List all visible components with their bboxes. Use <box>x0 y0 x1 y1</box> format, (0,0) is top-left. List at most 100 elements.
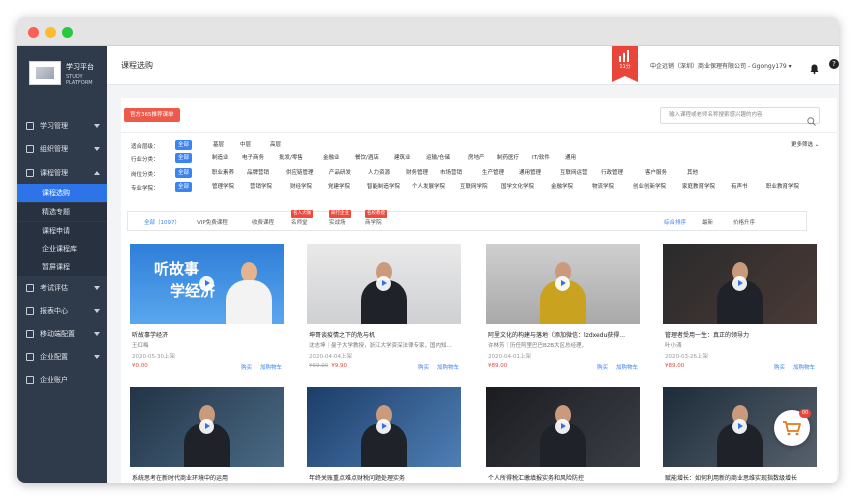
filter-option[interactable]: 房地产 <box>465 153 488 163</box>
help-icon[interactable]: ? <box>829 59 839 69</box>
sidebar-subitem-featured[interactable]: 精选专题 <box>17 203 107 221</box>
course-card[interactable]: 系统思考在新时代商业环境中的运用刘百功｜首智私董学院院长2020-03-21上架 <box>130 387 284 483</box>
course-thumbnail[interactable] <box>486 244 640 324</box>
sidebar-item-study[interactable]: 学习管理 <box>17 115 107 137</box>
close-window-button[interactable] <box>28 27 39 38</box>
filter-option[interactable]: 金融业 <box>320 153 343 163</box>
sidebar-item-enterprise-config[interactable]: 企业配置 <box>17 346 107 368</box>
course-card[interactable]: 坤哥谈疫情之下的危与机 沈志坤｜曼子大学教授，浙江大学资深法律专家，国内知... 2… <box>307 244 461 374</box>
maximize-window-button[interactable] <box>62 27 73 38</box>
filter-option[interactable]: IT/软件 <box>529 153 553 163</box>
filter-option[interactable]: 全部 <box>175 140 193 150</box>
sort-option[interactable]: 综合排序 <box>664 218 686 226</box>
filter-option[interactable]: 财经学院 <box>287 182 315 192</box>
filter-option[interactable]: 家庭教育学院 <box>679 182 718 192</box>
filter-option[interactable]: 通用 <box>562 153 579 163</box>
course-card[interactable]: 年终关账重点难点财税问题处理实务俞学军2020-03-21上架 <box>307 387 461 483</box>
filter-option[interactable]: 制药医疗 <box>494 153 522 163</box>
sidebar-item-org[interactable]: 组织管理 <box>17 138 107 160</box>
filter-option[interactable]: 品牌营销 <box>244 168 272 178</box>
filter-option[interactable]: 制造业 <box>209 153 232 163</box>
filter-option[interactable]: 高层 <box>267 140 284 150</box>
sort-tab[interactable]: 实战场 知行企业 <box>329 210 351 226</box>
filter-option[interactable]: 国学文化学院 <box>498 182 537 192</box>
minimize-window-button[interactable] <box>45 27 56 38</box>
filter-option[interactable]: 金融学院 <box>548 182 576 192</box>
sort-tab[interactable]: 商学院 名校教授 <box>365 210 387 226</box>
course-thumbnail[interactable] <box>663 244 817 324</box>
filter-option[interactable]: 客户服务 <box>642 168 670 178</box>
course-thumbnail[interactable] <box>307 244 461 324</box>
course-title[interactable]: 管理者受用一生：真正的领导力 <box>665 330 815 339</box>
add-to-cart-link[interactable]: 加购物车 <box>437 365 459 371</box>
filter-option[interactable]: 餐饮/酒店 <box>352 153 382 163</box>
add-to-cart-link[interactable]: 加购物车 <box>260 365 282 371</box>
play-icon[interactable] <box>555 276 570 291</box>
course-thumbnail[interactable] <box>486 387 640 467</box>
sidebar-subitem-apply[interactable]: 课程申请 <box>17 222 107 240</box>
course-card[interactable]: 管理者受用一生：真正的领导力 叶小涛 2020-03-26上架 ¥89.00 购买 加购物… <box>663 244 817 374</box>
play-icon[interactable] <box>732 419 747 434</box>
sidebar-subitem-library[interactable]: 企业课程库 <box>17 240 107 258</box>
play-icon[interactable] <box>376 419 391 434</box>
company-selector[interactable]: 中企远销（深圳）商业保理有限公司 - Ggongy179 ▾ <box>650 61 792 70</box>
filter-option[interactable]: 供应链管理 <box>283 168 317 178</box>
filter-option[interactable]: 中层 <box>237 140 254 150</box>
filter-option[interactable]: 互联网学院 <box>457 182 491 192</box>
filter-option[interactable]: 人力资源 <box>365 168 393 178</box>
sort-tab[interactable]: 全部（1097） <box>144 218 180 226</box>
filter-option[interactable]: 党建学院 <box>325 182 353 192</box>
sort-tab[interactable]: VIP免费课程 <box>197 218 228 226</box>
filter-option[interactable]: 互联网运营 <box>557 168 591 178</box>
play-icon[interactable] <box>732 276 747 291</box>
filter-option[interactable]: 基层 <box>210 140 227 150</box>
sort-option[interactable]: 最新 <box>702 218 713 226</box>
course-title[interactable]: 听故事学经济 <box>132 330 282 339</box>
course-card[interactable]: 阿里文化的构建与落地（添加微信：lzdxedu获得... 许林芳｜历任阿里巴巴B2… <box>486 244 640 374</box>
sidebar-item-exam[interactable]: 考试评估 <box>17 277 107 299</box>
course-thumbnail[interactable] <box>130 387 284 467</box>
cart-button[interactable]: 00 <box>774 409 811 446</box>
sort-option[interactable]: 价格升序 <box>733 218 755 226</box>
course-title[interactable]: 系统思考在新时代商业环境中的运用 <box>132 473 282 482</box>
course-title[interactable]: 年终关账重点难点财税问题处理实务 <box>309 473 459 482</box>
filter-option[interactable]: 批发/零售 <box>276 153 306 163</box>
play-icon[interactable] <box>199 276 214 291</box>
filter-option[interactable]: 物流学院 <box>589 182 617 192</box>
sidebar-subitem-course-buy[interactable]: 课程选购 <box>17 184 107 202</box>
sidebar-item-mobile[interactable]: 移动端配置 <box>17 323 107 345</box>
filter-option[interactable]: 创业创新学院 <box>630 182 669 192</box>
add-to-cart-link[interactable]: 加购物车 <box>616 365 638 371</box>
buy-link[interactable]: 购买 <box>418 365 429 371</box>
course-thumbnail[interactable]: 听故事 学经济 <box>130 244 284 324</box>
filter-option[interactable]: 财务管理 <box>403 168 431 178</box>
search-icon[interactable] <box>807 111 816 130</box>
sidebar-subitem-paused[interactable]: 暂屏课程 <box>17 258 107 276</box>
filter-option[interactable]: 职业素养 <box>209 168 237 178</box>
filter-option[interactable]: 市场营销 <box>437 168 465 178</box>
course-title[interactable]: 坤哥谈疫情之下的危与机 <box>309 330 459 339</box>
filter-option[interactable]: 电子商务 <box>239 153 267 163</box>
filter-option[interactable]: 全部 <box>175 168 193 178</box>
filter-option[interactable]: 职业教育学院 <box>763 182 802 192</box>
course-title[interactable]: 赋能增长：如何利用新的商业思维实现指数级增长 <box>665 473 815 482</box>
filter-option[interactable]: 管理学院 <box>209 182 237 192</box>
filter-option[interactable]: 个人发展学院 <box>409 182 448 192</box>
play-icon[interactable] <box>376 276 391 291</box>
play-icon[interactable] <box>199 419 214 434</box>
filter-option[interactable]: 生产管理 <box>479 168 507 178</box>
bell-icon[interactable] <box>810 59 819 74</box>
filter-option[interactable]: 通用管理 <box>516 168 544 178</box>
promo-button[interactable]: 官方365推荐课单 <box>124 108 180 122</box>
course-card[interactable]: 听故事 学经济 听故事学经济 王红梅 2020-05-30上架 ¥0.00 购买 加购物车 <box>130 244 284 374</box>
sort-tab[interactable]: 收费课程 <box>252 218 274 226</box>
filter-option[interactable]: 智能制造学院 <box>364 182 403 192</box>
points-badge[interactable]: 11分 <box>612 46 638 82</box>
add-to-cart-link[interactable]: 加购物车 <box>793 365 815 371</box>
course-title[interactable]: 个人所得税汇缴填报实务和风险防控 <box>488 473 638 482</box>
course-title[interactable]: 阿里文化的构建与落地（添加微信：lzdxedu获得... <box>488 330 638 339</box>
sidebar-item-report[interactable]: 报表中心 <box>17 300 107 322</box>
course-thumbnail[interactable] <box>307 387 461 467</box>
course-card[interactable]: 个人所得税汇缴填报实务和风险防控俞学军2020-03-21上架 <box>486 387 640 483</box>
filter-option[interactable]: 行政管理 <box>598 168 626 178</box>
